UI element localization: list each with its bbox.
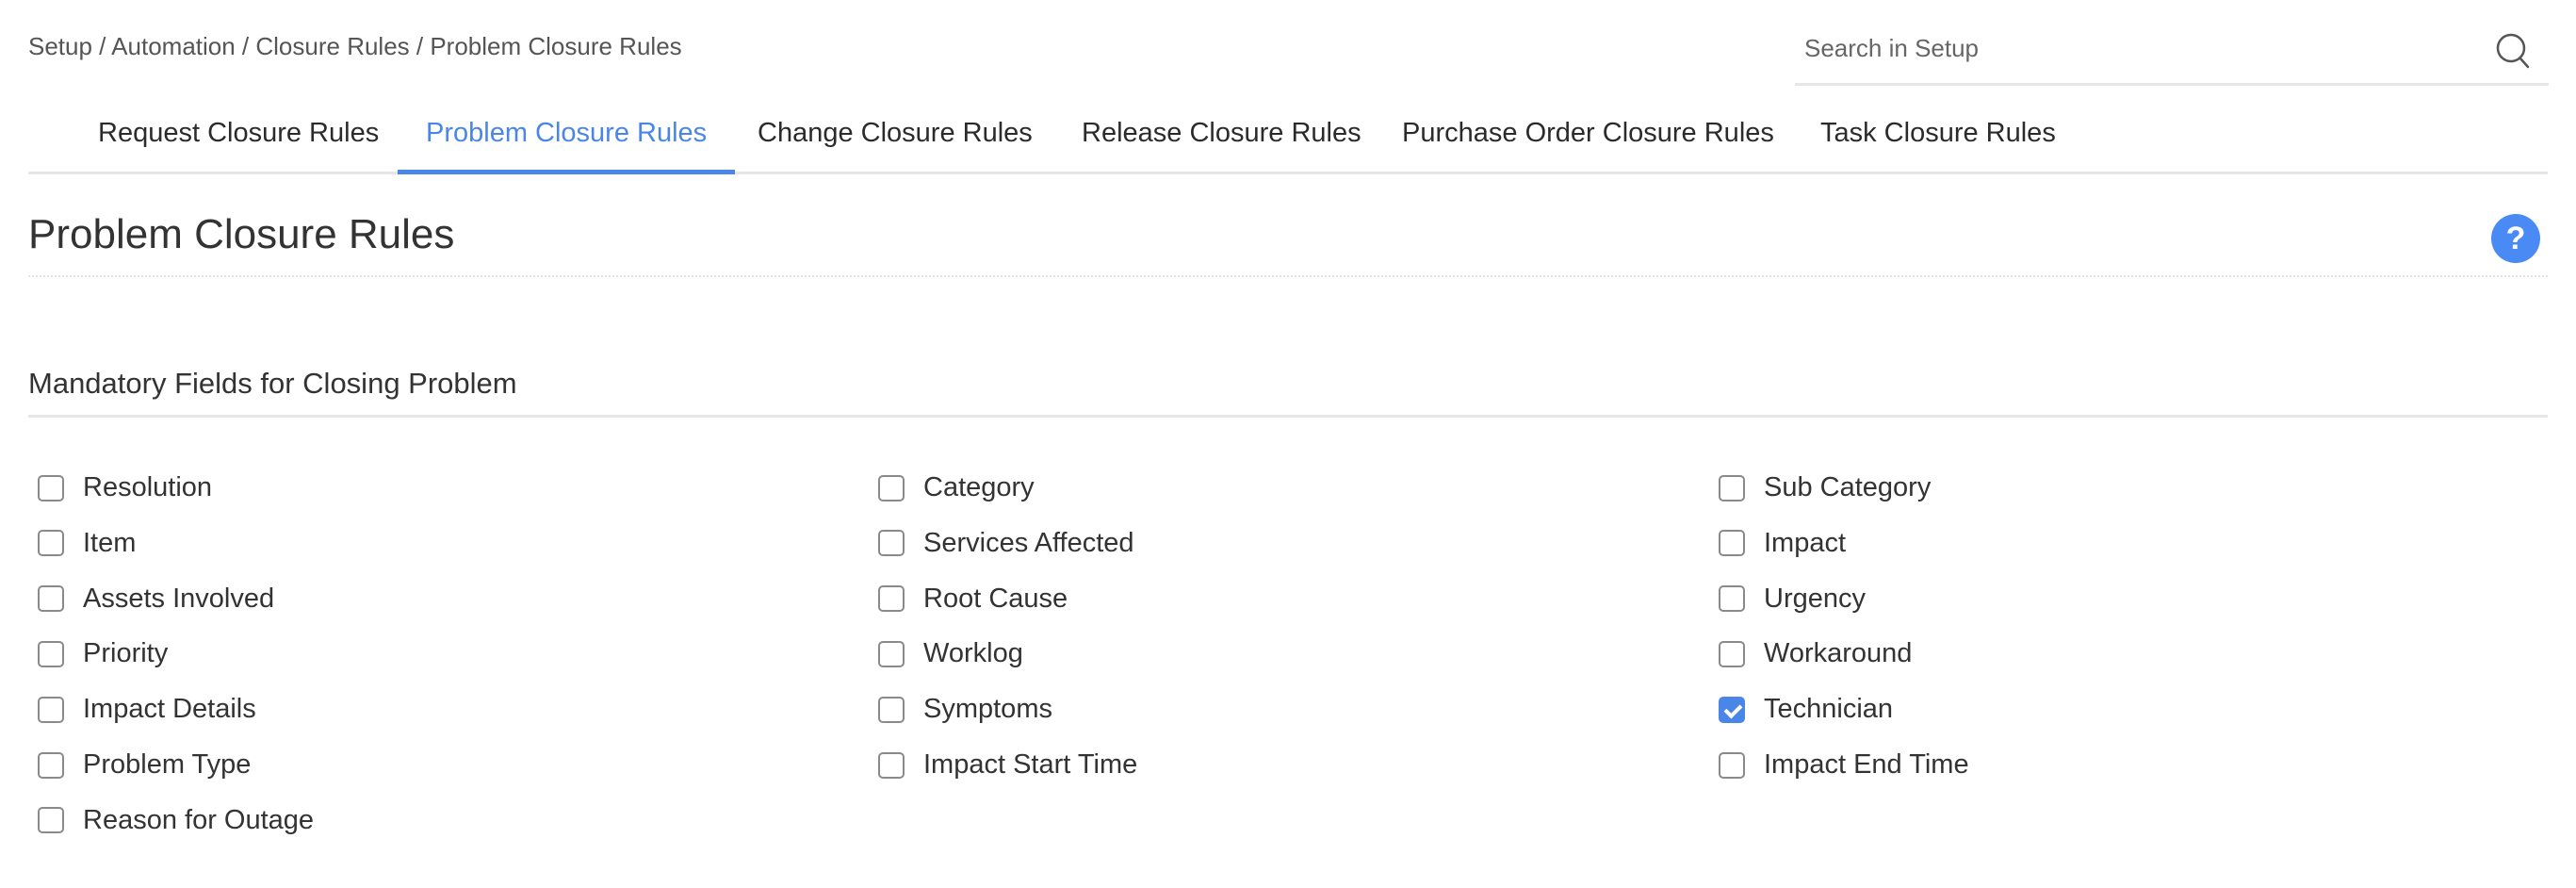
checkbox-label: Worklog: [923, 638, 1023, 669]
checkbox-label: Impact: [1764, 527, 1847, 558]
checkbox-unchecked-icon[interactable]: [38, 585, 64, 613]
checkbox-reason-for-outage[interactable]: Reason for Outage: [38, 793, 314, 848]
tab-change-closure-rules[interactable]: Change Closure Rules: [729, 94, 1061, 172]
checkbox-checked-icon[interactable]: [1719, 696, 1745, 723]
checkbox-technician[interactable]: Technician: [1719, 682, 1893, 737]
checkbox-label: Root Cause: [923, 583, 1068, 614]
checkbox-label: Assets Involved: [83, 583, 275, 614]
checkbox-label: Technician: [1764, 694, 1894, 725]
checkbox-unchecked-icon[interactable]: [878, 530, 905, 557]
field-row: Impact Details Symptoms Technician: [38, 682, 2553, 737]
checkbox-unchecked-icon[interactable]: [38, 640, 64, 667]
checkbox-label: Impact Start Time: [923, 749, 1138, 780]
field-row: Item Services Affected Impact: [38, 516, 2553, 571]
checkbox-label: Priority: [83, 638, 169, 669]
checkbox-label: Problem Type: [83, 749, 252, 780]
search-box: [1795, 21, 2549, 86]
checkbox-impact-start-time[interactable]: Impact Start Time: [878, 737, 1137, 793]
checkbox-problem-type[interactable]: Problem Type: [38, 737, 251, 793]
checkbox-unchecked-icon[interactable]: [1719, 640, 1745, 667]
checkbox-label: Workaround: [1764, 638, 1913, 669]
help-icon[interactable]: ?: [2491, 214, 2540, 263]
checkbox-label: Impact Details: [83, 694, 256, 725]
search-input[interactable]: [1802, 28, 2466, 68]
checkbox-impact-details[interactable]: Impact Details: [38, 682, 256, 737]
checkbox-label: Resolution: [83, 472, 213, 502]
checkbox-item[interactable]: Item: [38, 516, 136, 571]
checkbox-workaround[interactable]: Workaround: [1719, 626, 1912, 682]
closure-rules-tabs: Request Closure Rules Problem Closure Ru…: [28, 94, 2548, 174]
checkbox-resolution[interactable]: Resolution: [38, 460, 212, 516]
checkbox-unchecked-icon[interactable]: [38, 807, 64, 834]
page-title: Problem Closure Rules: [28, 211, 455, 257]
tab-problem-closure-rules[interactable]: Problem Closure Rules: [398, 94, 736, 174]
checkbox-unchecked-icon[interactable]: [1719, 530, 1745, 557]
checkbox-worklog[interactable]: Worklog: [878, 626, 1023, 682]
checkbox-services-affected[interactable]: Services Affected: [878, 516, 1134, 571]
field-row: Assets Involved Root Cause Urgency: [38, 571, 2553, 627]
section-divider: [28, 415, 2548, 418]
checkbox-unchecked-icon[interactable]: [38, 696, 64, 723]
section-title: Mandatory Fields for Closing Problem: [28, 367, 517, 400]
tab-task-closure-rules[interactable]: Task Closure Rules: [1792, 94, 2084, 172]
checkbox-unchecked-icon[interactable]: [1719, 474, 1745, 502]
tab-purchase-order-closure-rules[interactable]: Purchase Order Closure Rules: [1374, 94, 1802, 172]
checkbox-label: Item: [83, 527, 137, 558]
field-row: Reason for Outage: [38, 793, 2553, 848]
checkbox-unchecked-icon[interactable]: [1719, 751, 1745, 779]
checkbox-label: Symptoms: [923, 694, 1052, 725]
tab-request-closure-rules[interactable]: Request Closure Rules: [70, 94, 407, 172]
checkbox-label: Reason for Outage: [83, 804, 315, 835]
checkbox-unchecked-icon[interactable]: [878, 640, 905, 667]
checkbox-urgency[interactable]: Urgency: [1719, 571, 1866, 627]
checkbox-label: Category: [923, 472, 1035, 502]
field-row: Resolution Category Sub Category: [38, 460, 2553, 516]
breadcrumb: Setup / Automation / Closure Rules / Pro…: [28, 32, 682, 60]
checkbox-label: Urgency: [1764, 583, 1866, 614]
field-row: Problem Type Impact Start Time Impact End …: [38, 737, 2553, 793]
checkbox-unchecked-icon[interactable]: [38, 474, 64, 502]
checkbox-sub-category[interactable]: Sub Category: [1719, 460, 1931, 516]
checkbox-assets-involved[interactable]: Assets Involved: [38, 571, 274, 627]
field-row: Priority Worklog Workaround: [38, 626, 2553, 682]
title-divider: [28, 275, 2548, 277]
tab-release-closure-rules[interactable]: Release Closure Rules: [1053, 94, 1390, 172]
checkbox-unchecked-icon[interactable]: [878, 696, 905, 723]
checkbox-category[interactable]: Category: [878, 460, 1035, 516]
checkbox-symptoms[interactable]: Symptoms: [878, 682, 1052, 737]
checkbox-unchecked-icon[interactable]: [878, 751, 905, 779]
checkbox-unchecked-icon[interactable]: [38, 530, 64, 557]
checkbox-impact-end-time[interactable]: Impact End Time: [1719, 737, 1969, 793]
checkbox-unchecked-icon[interactable]: [878, 474, 905, 502]
checkbox-label: Sub Category: [1764, 472, 1932, 502]
checkbox-label: Services Affected: [923, 527, 1134, 558]
checkbox-priority[interactable]: Priority: [38, 626, 168, 682]
checkbox-root-cause[interactable]: Root Cause: [878, 571, 1068, 627]
checkbox-label: Impact End Time: [1764, 749, 1969, 780]
checkbox-impact[interactable]: Impact: [1719, 516, 1846, 571]
search-icon[interactable]: [2494, 32, 2532, 70]
checkbox-unchecked-icon[interactable]: [878, 585, 905, 613]
checkbox-unchecked-icon[interactable]: [38, 751, 64, 779]
checkbox-unchecked-icon[interactable]: [1719, 585, 1745, 613]
